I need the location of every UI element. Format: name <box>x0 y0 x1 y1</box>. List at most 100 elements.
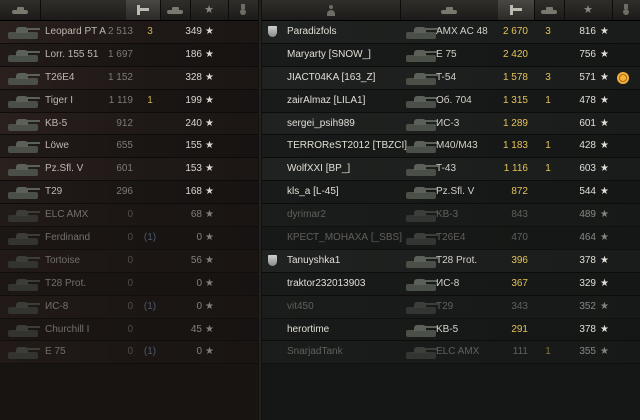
damage-value: 396 <box>511 254 528 266</box>
sort-by-xp[interactable]: ★ <box>564 0 613 20</box>
kills-value <box>536 44 560 66</box>
left-team-header: ★ <box>0 0 258 21</box>
table-row[interactable]: Pz.Sfl. V 601 153 ★ <box>0 158 258 182</box>
table-row[interactable]: zairAlmaz [LILA1] Об. 704 1 315 1 478 ★ <box>262 89 640 113</box>
table-row[interactable]: SnarjadTank ELC AMX 111 1 355 ★ <box>262 341 640 365</box>
tank-icon <box>402 252 440 270</box>
xp-star-icon: ★ <box>204 3 214 16</box>
tank-icon <box>402 160 440 178</box>
xp-value: 378 <box>579 323 596 335</box>
damage-value: 1 578 <box>502 71 528 83</box>
damage-value: 2 513 <box>107 26 133 37</box>
table-row[interactable]: Lorr. 155 51 1 697 186 ★ <box>0 43 258 67</box>
tank-icon <box>402 321 440 339</box>
star-icon: ★ <box>600 232 609 244</box>
kills-value: 3 <box>545 71 551 83</box>
badge-slot <box>268 90 282 112</box>
vehicle-name: Tortoise <box>45 254 81 266</box>
table-row[interactable]: E 75 0 (1) 0 ★ <box>0 341 258 365</box>
sort-by-player[interactable] <box>262 0 401 20</box>
tank-icon <box>4 137 42 155</box>
damage-value: 0 <box>127 300 133 312</box>
tank-icon <box>402 92 440 110</box>
table-row[interactable]: T29 296 168 ★ <box>0 181 258 205</box>
table-row[interactable]: КРЕСТ_МОНАХА [_SBS] T26E4 470 464 ★ <box>262 227 640 250</box>
table-row[interactable]: KB-5 912 240 ★ <box>0 112 258 136</box>
table-row[interactable]: kls_a [L-45] Pz.Sfl. V 872 544 ★ <box>262 181 640 205</box>
star-icon: ★ <box>205 254 214 266</box>
sort-by-damage[interactable] <box>498 0 535 20</box>
table-row[interactable]: Tiger I 1 119 1 199 ★ <box>0 89 258 113</box>
table-row[interactable]: ELC AMX 0 68 ★ <box>0 204 258 228</box>
sort-by-vehicle-type[interactable] <box>0 0 41 20</box>
kills-value <box>536 296 560 318</box>
table-row[interactable]: ИС-8 0 (1) 0 ★ <box>0 295 258 319</box>
table-row[interactable]: Maryarty [SNOW_] E 75 2 420 756 ★ <box>262 43 640 67</box>
vehicle-name: T26E4 <box>45 71 75 83</box>
kills-value <box>536 181 560 203</box>
damage-icon <box>510 5 522 15</box>
sort-by-xp[interactable]: ★ <box>190 0 229 20</box>
damage-value: 0 <box>127 346 133 358</box>
table-row[interactable]: Ferdinand 0 (1) 0 ★ <box>0 227 258 250</box>
star-icon: ★ <box>205 94 214 106</box>
table-row[interactable]: herortime KB-5 291 378 ★ <box>262 318 640 342</box>
vehicle-name: Ferdinand <box>45 232 91 244</box>
table-row[interactable]: Leopard PT A2 513 3 349 ★ <box>0 21 258 44</box>
player-name: SnarjadTank <box>287 346 343 358</box>
table-row[interactable]: Tanuyshka1 T28 Prot. 396 378 ★ <box>262 249 640 273</box>
sort-by-vehicle[interactable] <box>40 0 127 20</box>
table-row[interactable]: T26E4 1 152 328 ★ <box>0 66 258 90</box>
star-icon: ★ <box>205 209 214 221</box>
table-row[interactable]: sergei_psih989 ИС-3 1 289 601 ★ <box>262 112 640 136</box>
star-icon: ★ <box>600 323 609 335</box>
star-icon: ★ <box>205 346 214 358</box>
table-row[interactable]: Churchill I 0 45 ★ <box>0 318 258 342</box>
table-row[interactable]: vit450 T29 343 352 ★ <box>262 295 640 319</box>
star-icon: ★ <box>600 140 609 152</box>
kills-value: (1) <box>143 300 157 312</box>
table-row[interactable]: Löwe 655 155 ★ <box>0 135 258 159</box>
badge-slot <box>268 296 282 318</box>
vehicle-name: ELC AMX <box>45 209 89 221</box>
table-row[interactable]: dyrimar2 KB-3 843 489 ★ <box>262 204 640 228</box>
sort-by-medals[interactable] <box>612 0 640 20</box>
sort-by-kills[interactable] <box>160 0 191 20</box>
tank-icon <box>402 298 440 316</box>
damage-value: 1 183 <box>502 140 528 152</box>
badge-slot <box>268 181 282 203</box>
badge-slot <box>268 158 282 180</box>
tank-icon <box>402 137 440 155</box>
xp-value: 489 <box>579 209 596 221</box>
sort-by-kills[interactable] <box>534 0 565 20</box>
damage-value: 912 <box>116 117 133 129</box>
table-row[interactable]: traktor232013903 ИС-8 367 329 ★ <box>262 272 640 296</box>
xp-value: 544 <box>579 186 596 198</box>
kills-value <box>138 135 162 157</box>
sort-by-medals[interactable] <box>228 0 258 20</box>
medal-icon <box>623 4 629 16</box>
tank-icon <box>4 321 42 339</box>
player-name: dyrimar2 <box>287 209 326 221</box>
table-row[interactable]: JIACT04KA [163_Z] T-54 1 578 3 571 ★ <box>262 66 640 90</box>
xp-star-icon: ★ <box>583 3 593 16</box>
badge-slot <box>268 113 282 135</box>
damage-value: 0 <box>127 209 133 221</box>
tank-icon <box>11 6 29 14</box>
sort-by-damage[interactable] <box>126 0 161 20</box>
tank-icon <box>402 275 440 293</box>
table-row[interactable]: T28 Prot. 0 0 ★ <box>0 272 258 296</box>
table-row[interactable]: TERRORеST2012 [TBZCI] M40/M43 1 183 1 428 ★ <box>262 135 640 159</box>
badge-slot <box>268 227 282 249</box>
kills-value <box>138 158 162 180</box>
kills-value <box>536 273 560 295</box>
kills-value: 3 <box>545 26 551 37</box>
sort-by-vehicle-type[interactable] <box>400 0 499 20</box>
xp-value: 571 <box>579 71 596 83</box>
xp-value: 352 <box>579 300 596 312</box>
star-icon: ★ <box>600 346 609 358</box>
table-row[interactable]: Paradizfols AMX AC 48 2 670 3 816 ★ <box>262 21 640 44</box>
table-row[interactable]: Tortoise 0 56 ★ <box>0 249 258 273</box>
table-row[interactable]: WolfXXI [BP_] T-43 1 116 1 603 ★ <box>262 158 640 182</box>
badge-slot <box>268 204 282 226</box>
